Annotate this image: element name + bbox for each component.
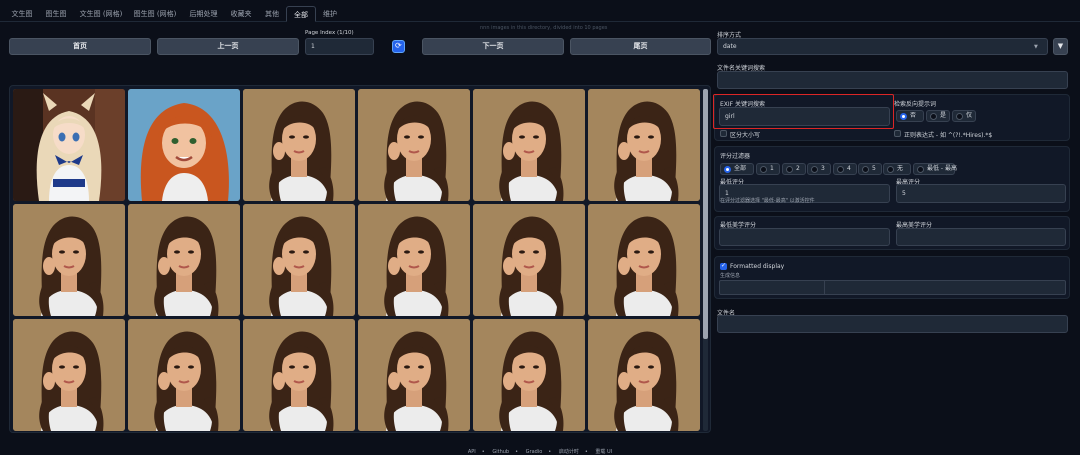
gen-info-table [719,280,1066,295]
image-gallery [9,85,711,433]
negative-option-only[interactable]: 仅 [952,110,976,122]
gallery-scrollbar[interactable] [703,89,708,431]
gen-info-label: 生成信息 [720,273,741,279]
prev-page-button[interactable]: 上一页 [157,38,299,55]
first-page-button[interactable]: 首页 [9,38,151,55]
sort-order-button[interactable]: ▼ [1053,38,1068,55]
tab-txt2img[interactable]: 文生图 [5,6,39,22]
score-option-5[interactable]: 5 [858,163,882,175]
negative-option-no[interactable]: 否 [896,110,924,122]
formatted-display-label: Formatted display [730,263,785,270]
gallery-image[interactable] [128,204,240,316]
page-index-input[interactable]: 1 [305,38,374,55]
filename-search-input[interactable] [717,71,1068,89]
gallery-image[interactable] [588,89,700,201]
gallery-image[interactable] [243,89,355,201]
score-option-2[interactable]: 2 [782,163,806,175]
score-option-1[interactable]: 1 [756,163,780,175]
min-aesthetic-input[interactable] [719,228,890,246]
max-score-input[interactable]: 5 [896,184,1066,203]
score-option-7[interactable]: 最低 - 最高 [913,163,957,175]
gallery-image[interactable] [13,89,125,201]
footer-link-reload-ui[interactable]: 重载 UI [595,449,612,455]
tab-txt2img-grid[interactable]: 文生图 (网格) [74,6,128,22]
gallery-scrollbar-thumb[interactable] [703,89,708,339]
next-page-button[interactable]: 下一页 [422,38,564,55]
case-sensitive-checkbox[interactable] [720,130,727,137]
footer-link-github[interactable]: Github [492,449,509,455]
refresh-icon: ⟳ [395,41,402,50]
refresh-button[interactable]: ⟳ [392,40,405,53]
gallery-image[interactable] [128,89,240,201]
tab-others[interactable]: 其他 [258,6,286,22]
gallery-image[interactable] [473,319,585,431]
gallery-image[interactable] [358,89,470,201]
last-page-button[interactable]: 尾页 [570,38,711,55]
case-sensitive-label: 区分大小写 [730,132,761,139]
score-option-0[interactable]: 全部 [720,163,754,175]
tab-extras[interactable]: 后期处理 [183,6,224,22]
gallery-image[interactable] [128,319,240,431]
tab-img2img[interactable]: 图生图 [39,6,73,22]
footer-link-startup-profile[interactable]: 启动计时 [559,449,579,455]
gallery-image[interactable] [358,204,470,316]
footer-link-gradio[interactable]: Gradio [526,449,543,455]
exif-search-input[interactable]: girl [719,107,890,126]
gallery-image[interactable] [588,204,700,316]
negative-prompt-label: 检索反向提示词 [894,101,937,108]
formatted-display-checkbox[interactable] [720,262,727,270]
tab-all[interactable]: 全部 [286,6,316,22]
gallery-image[interactable] [473,89,585,201]
footer: API • Github • Gradio • 启动计时 • 重载 UI [467,449,613,455]
score-option-3[interactable]: 3 [807,163,831,175]
gallery-image[interactable] [588,319,700,431]
gallery-image[interactable] [243,204,355,316]
negative-option-yes[interactable]: 是 [926,110,950,122]
gallery-image[interactable] [13,319,125,431]
tab-img2img-grid[interactable]: 图生图 (网格) [128,6,182,22]
filename-input[interactable] [717,315,1068,333]
sort-select[interactable]: date [717,38,1048,55]
gallery-image[interactable] [473,204,585,316]
footer-link-api[interactable]: API [468,449,476,455]
score-hint: 在评分过滤器选择 "最低-最高" 以激活控件 [720,198,815,204]
regex-label: 正则表达式 - 如 ^(?!.*Hires).*$ [904,132,993,139]
tab-bar: 文生图 图生图 文生图 (网格) 图生图 (网格) 后期处理 收藏夹 其他 全部… [0,6,1080,22]
directory-info: nnn images in this directory, divided in… [480,25,608,31]
score-filter-label: 评分过滤器 [720,153,751,160]
tab-maintenance[interactable]: 维护 [316,6,344,22]
max-aesthetic-input[interactable] [896,228,1066,246]
gallery-image[interactable] [13,204,125,316]
gallery-image[interactable] [358,319,470,431]
regex-checkbox[interactable] [894,130,901,137]
tab-favorites[interactable]: 收藏夹 [224,6,258,22]
gallery-image[interactable] [243,319,355,431]
page-index-label: Page Index (1/10) [305,30,354,36]
score-option-4[interactable]: 4 [833,163,857,175]
score-option-6[interactable]: 无 [883,163,911,175]
